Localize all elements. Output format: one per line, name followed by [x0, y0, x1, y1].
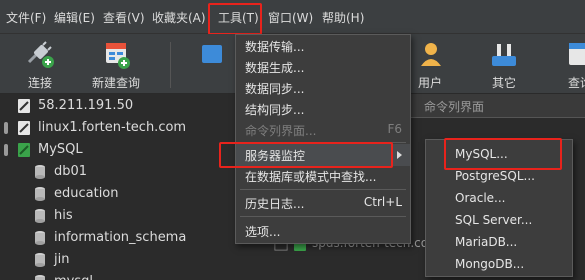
- submenu-item-mariadb[interactable]: MariaDB...: [426, 232, 572, 254]
- submenu-item-label: MongoDB...: [455, 257, 525, 271]
- menu-item-find-in-database[interactable]: 在数据库或模式中查找...: [236, 165, 410, 187]
- new-query-button[interactable]: 新建查询: [84, 34, 148, 94]
- user-label: 用户: [418, 76, 443, 90]
- submenu-item-label: PostgreSQL...: [455, 169, 535, 183]
- menu-item-shortcut: Ctrl+L: [363, 195, 402, 209]
- menu-item-command-line: 命令列界面... F6: [236, 119, 410, 141]
- mysql-highlight-box: [444, 138, 562, 170]
- tree-item-label: 58.211.191.50: [38, 98, 134, 113]
- tree-item-database[interactable]: his: [0, 205, 210, 227]
- tree-item-connection[interactable]: linux1.forten-tech.com: [0, 117, 210, 139]
- new-query-icon: [106, 43, 130, 69]
- tree-item-connection[interactable]: 58.211.191.50: [0, 95, 210, 117]
- navicat-window: 文件(F) 编辑(E) 查看(V) 收藏夹(A) 工具(T) 窗口(W) 帮助(…: [0, 0, 585, 280]
- tree-item-label: db01: [54, 164, 88, 179]
- tree-item-connection[interactable]: MySQL: [0, 139, 210, 161]
- toolbar-divider: [170, 42, 171, 88]
- tree-item-database[interactable]: education: [0, 183, 210, 205]
- menu-separator: [240, 189, 406, 190]
- menu-file[interactable]: 文件(F): [6, 9, 46, 27]
- database-icon: [35, 253, 45, 267]
- mysql-server-icon: [18, 143, 30, 157]
- query-icon: [569, 43, 585, 65]
- submenu-item-mongodb[interactable]: MongoDB...: [426, 254, 572, 276]
- menu-window[interactable]: 窗口(W): [268, 9, 313, 27]
- menu-item-label: 命令列界面...: [245, 124, 317, 138]
- menu-help[interactable]: 帮助(H): [322, 9, 364, 27]
- tree-item-label: information_schema: [54, 230, 187, 245]
- database-icon: [35, 165, 45, 179]
- menu-item-label: 数据生成...: [245, 61, 305, 75]
- menu-item-data-transfer[interactable]: 数据传输...: [236, 35, 410, 57]
- server-monitor-highlight-box: [219, 142, 393, 168]
- menu-item-label: 数据同步...: [245, 82, 305, 96]
- server-icon: [18, 121, 30, 135]
- menu-item-label: 在数据库或模式中查找...: [245, 170, 377, 184]
- tools-dropdown-menu: 数据传输... 数据生成... 数据同步... 结构同步... 命令列界面...…: [235, 34, 411, 244]
- database-icon: [35, 231, 45, 245]
- tree-item-database[interactable]: mysql: [0, 271, 210, 280]
- menu-item-data-sync[interactable]: 数据同步...: [236, 77, 410, 99]
- tools-icon: [492, 44, 516, 66]
- menu-separator: [240, 216, 406, 217]
- query-label: 查询: [567, 76, 585, 90]
- connect-button[interactable]: 连接: [10, 34, 70, 94]
- tools-menu-highlight-box: [208, 3, 262, 35]
- user-button[interactable]: 用户: [408, 34, 448, 94]
- table-button[interactable]: [196, 34, 226, 94]
- database-icon: [35, 209, 45, 223]
- object-tab-strip: 命令列界面: [410, 94, 585, 118]
- menu-item-label: 结构同步...: [245, 103, 305, 117]
- query-button[interactable]: 查询: [560, 34, 585, 94]
- new-query-label: 新建查询: [91, 76, 140, 90]
- tab-command-line[interactable]: 命令列界面: [424, 98, 484, 115]
- submenu-item-sql-server[interactable]: SQL Server...: [426, 210, 572, 232]
- tree-item-label: education: [54, 186, 119, 201]
- tree-item-label: mysql: [54, 274, 93, 280]
- tree-item-label: MySQL: [38, 142, 83, 157]
- submenu-item-label: Oracle...: [455, 191, 506, 205]
- menu-item-label: 数据传输...: [245, 40, 305, 54]
- server-icon: [18, 99, 30, 113]
- other-label: 其它: [491, 76, 516, 90]
- menu-item-shortcut: F6: [387, 122, 402, 136]
- menu-item-label: 历史日志...: [245, 197, 305, 211]
- menu-favorites[interactable]: 收藏夹(A): [152, 9, 206, 27]
- menu-item-label: 选项...: [245, 225, 281, 239]
- database-icon: [35, 275, 45, 280]
- submenu-item-label: SQL Server...: [455, 213, 533, 227]
- menu-view[interactable]: 查看(V): [103, 9, 145, 27]
- tree-item-database[interactable]: information_schema: [0, 227, 210, 249]
- table-icon: [202, 45, 222, 63]
- user-icon: [421, 43, 441, 66]
- menu-item-structure-sync[interactable]: 结构同步...: [236, 98, 410, 120]
- menu-edit[interactable]: 编辑(E): [54, 9, 95, 27]
- plug-icon: [27, 41, 54, 68]
- tree-item-label: his: [54, 208, 73, 223]
- connect-label: 连接: [27, 76, 52, 90]
- submenu-item-oracle[interactable]: Oracle...: [426, 188, 572, 210]
- other-button[interactable]: 其它: [484, 34, 524, 94]
- tree-item-label: linux1.forten-tech.com: [38, 120, 187, 135]
- menu-bar: 文件(F) 编辑(E) 查看(V) 收藏夹(A) 工具(T) 窗口(W) 帮助(…: [0, 0, 585, 35]
- tree-item-database[interactable]: db01: [0, 161, 210, 183]
- menu-item-history-log[interactable]: 历史日志... Ctrl+L: [236, 192, 410, 214]
- database-icon: [35, 187, 45, 201]
- tree-item-database[interactable]: jin: [0, 249, 210, 271]
- connection-tree: 58.211.191.50 linux1.forten-tech.com MyS…: [0, 94, 210, 280]
- submenu-item-label: MariaDB...: [455, 235, 518, 249]
- menu-item-data-generation[interactable]: 数据生成...: [236, 56, 410, 78]
- submenu-arrow-icon: [397, 151, 402, 159]
- menu-item-options[interactable]: 选项...: [236, 220, 410, 242]
- tree-item-label: jin: [54, 252, 70, 267]
